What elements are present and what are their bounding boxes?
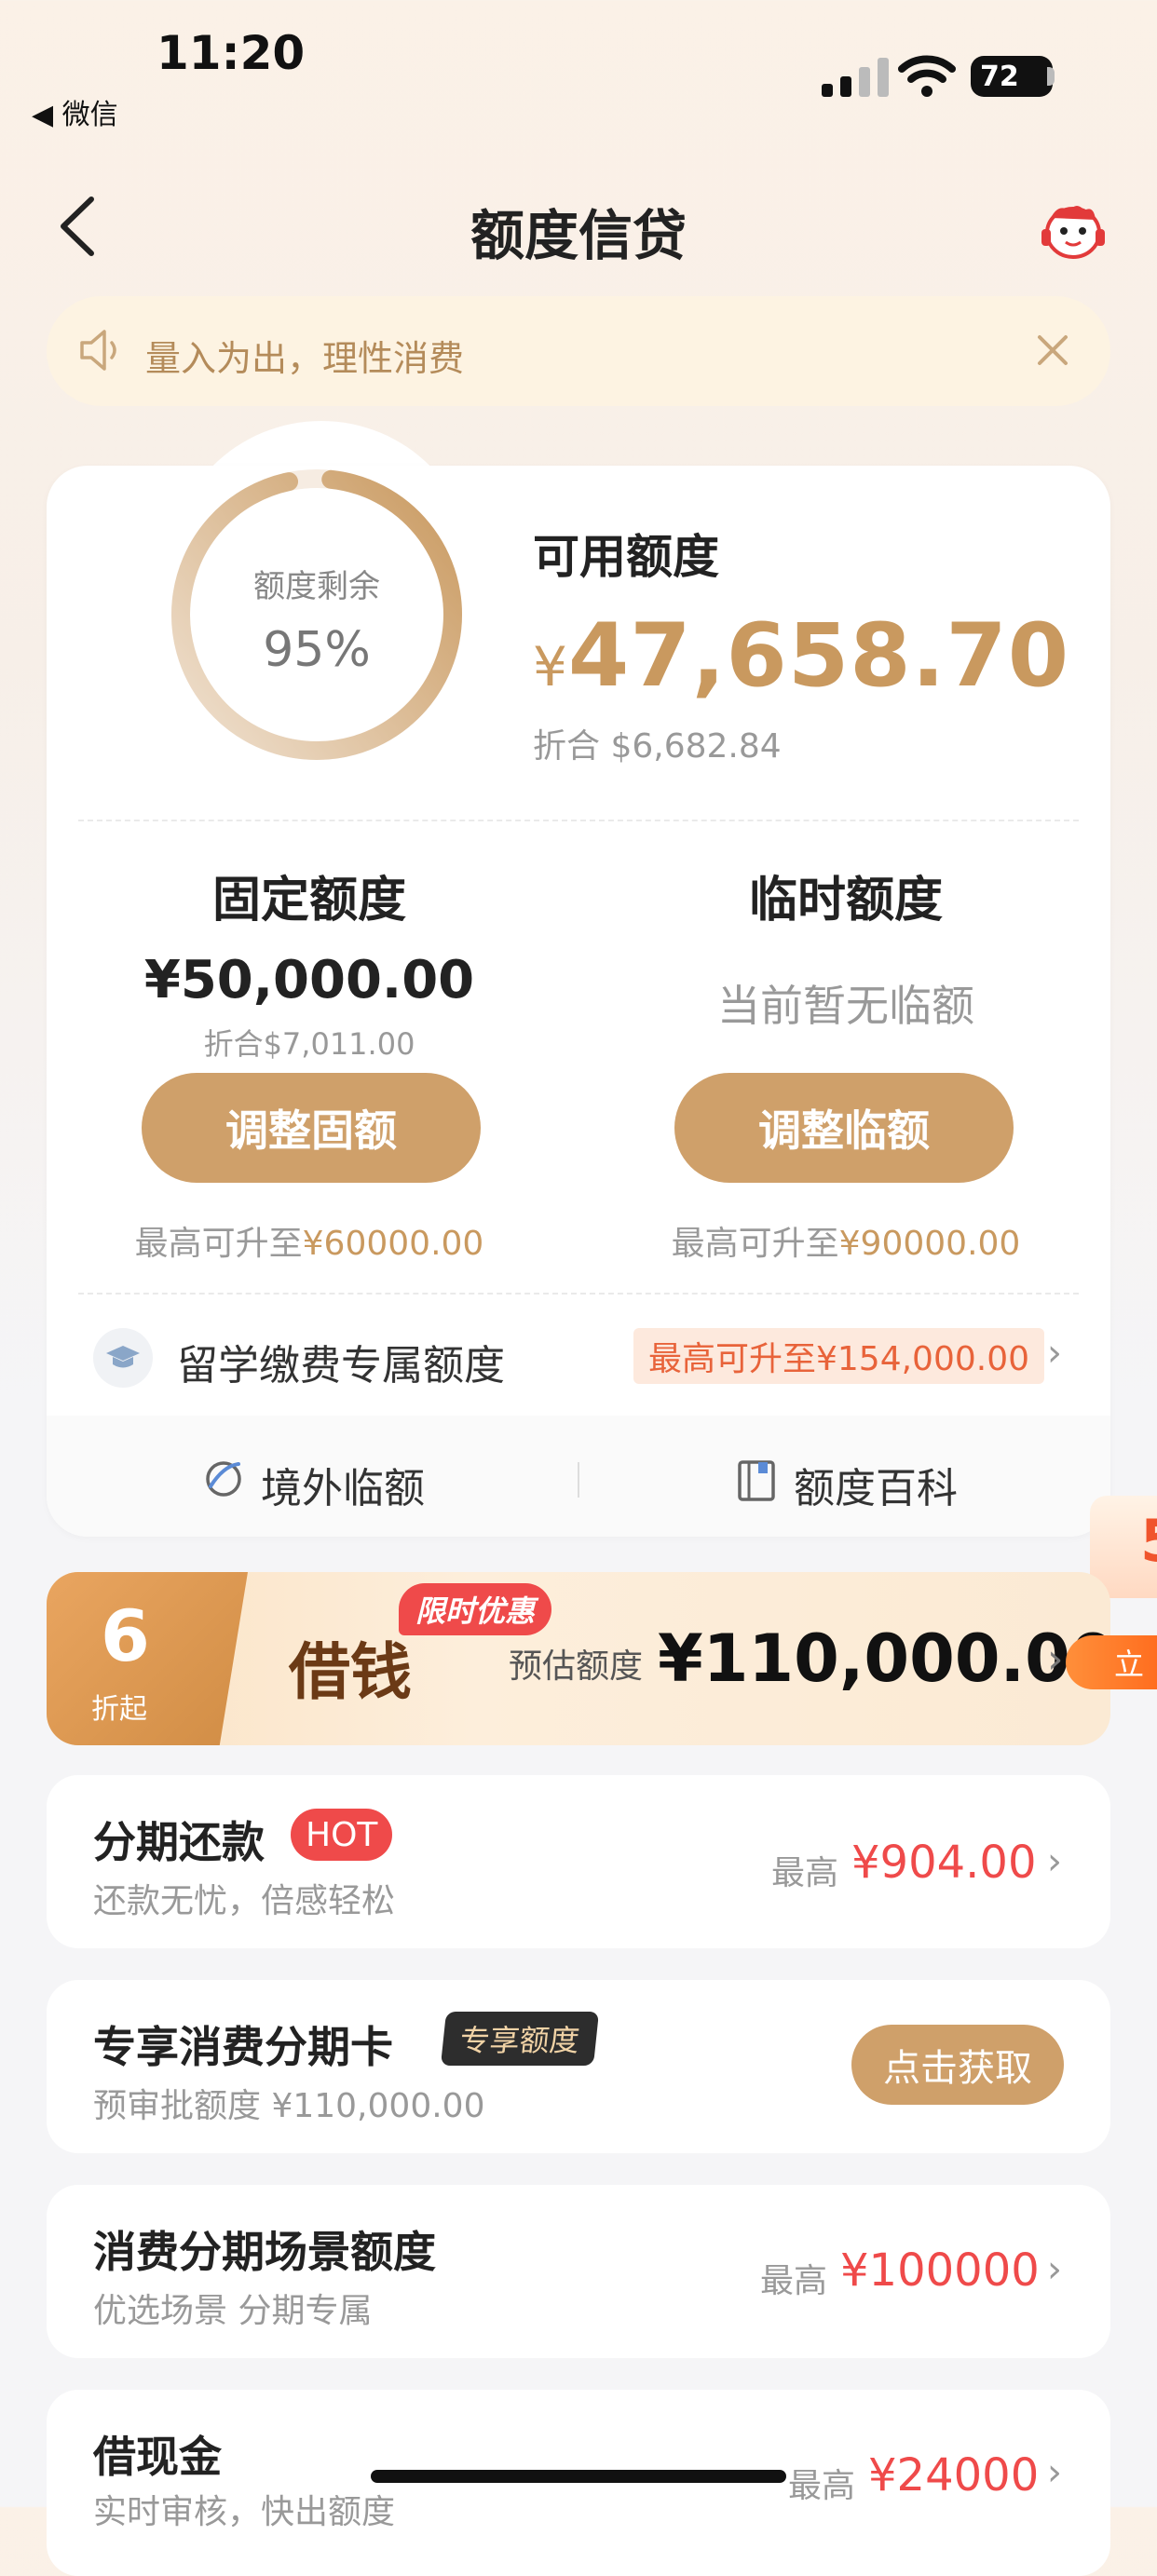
side-promo-button-label: 立 [1114,1647,1145,1682]
chevron-right-icon[interactable]: › [1047,2248,1062,2291]
card-title: 消费分期场景额度 [93,2227,436,2277]
max-label: 最高 [788,2467,856,2505]
max-value: ¥60000.00 [302,1225,484,1263]
borrow-money-title: 借钱 [289,1635,412,1708]
exclusive-quota-badge: 专享额度 [440,2012,600,2066]
overseas-temp-credit-link[interactable]: 境外临额 [261,1455,425,1514]
close-icon[interactable] [1034,332,1071,369]
max-value: ¥24000 [868,2449,1040,2501]
chevron-right-icon[interactable]: › [1047,1840,1062,1883]
card-subtitle: 预审批额度 ¥110,000.00 [93,2087,485,2125]
available-credit-amount: ¥47,658.70 [533,605,1069,707]
chevron-right-icon[interactable]: › [1047,2451,1062,2494]
adjust-fixed-button[interactable]: 调整固额 [142,1073,481,1183]
chevron-right-icon[interactable]: › [1047,1635,1064,1683]
card-subtitle: 还款无忧，倍感轻松 [93,1882,396,1920]
currency-symbol: ¥ [533,635,568,698]
chevron-right-icon[interactable]: › [1047,1332,1062,1375]
status-time: 11:20 [157,26,306,80]
max-prefix: 最高可升至 [671,1225,839,1263]
available-credit-label: 可用额度 [533,530,719,584]
notice-text: 量入为出，理性消费 [145,338,465,379]
home-indicator [371,2470,786,2483]
discount-suffix: 折起 [91,1693,147,1726]
limited-offer-badge: 限时优惠 [399,1583,552,1635]
ring-percent: 95% [263,622,371,678]
max-prefix: 最高可升至 [134,1225,303,1263]
battery-level: 72 [980,60,1019,93]
battery-icon: 72 [971,56,1053,97]
discount-number: 6 [101,1594,150,1677]
max-label: 最高 [771,1854,839,1892]
max-value: ¥100000 [840,2244,1040,2297]
back-to-wechat-link[interactable]: ◀ 微信 [32,91,118,132]
page-title: 额度信贷 [470,204,687,267]
temporary-credit-title: 临时额度 [748,873,943,929]
fixed-credit-amount: ¥50,000.00 [143,950,475,1010]
card-title: 分期还款 [93,1817,265,1867]
fixed-credit-title: 固定额度 [211,873,406,929]
customer-service-mascot-icon[interactable] [1036,197,1110,263]
available-amount-value: 47,658.70 [567,605,1070,707]
link-separator [578,1462,579,1498]
book-icon [738,1460,775,1501]
speaker-icon [80,330,116,371]
temporary-credit-status: 当前暂无临额 [717,981,974,1031]
wifi-icon [898,55,956,97]
fixed-max-note: 最高可升至¥60000.00 [48,1216,570,1265]
divider [78,820,1079,821]
card-subtitle: 优选场景 分期专属 [93,2292,373,2330]
graduation-cap-icon [93,1328,153,1388]
study-abroad-credit-label[interactable]: 留学缴费专属额度 [177,1332,505,1391]
side-promo-number: 5 [1140,1507,1157,1575]
estimate-label: 预估额度 [509,1647,644,1686]
card-title: 借现金 [93,2432,222,2482]
card-title: 专享消费分期卡 [93,2022,393,2072]
side-promo-button[interactable]: 立 [1066,1635,1157,1689]
overseas-icon [206,1461,241,1497]
hot-badge: HOT [291,1809,393,1861]
fixed-credit-usd: 折合$7,011.00 [203,1026,415,1062]
get-now-button[interactable]: 点击获取 [851,2025,1064,2105]
available-credit-usd: 折合 $6,682.84 [533,727,782,766]
adjust-temporary-button[interactable]: 调整临额 [674,1073,1014,1183]
study-abroad-badge: 最高可升至¥154,000.00 [633,1328,1045,1384]
max-label: 最高 [760,2262,828,2300]
battery-tip [1047,67,1055,86]
temporary-max-note: 最高可升至¥90000.00 [585,1216,1107,1265]
cellular-signal-icon [822,58,889,97]
remaining-credit-ring [171,469,462,760]
card-subtitle: 实时审核，快出额度 [93,2493,396,2531]
max-value: ¥904.00 [851,1837,1037,1889]
divider [78,1293,1079,1295]
ring-label: 额度剩余 [253,568,380,605]
max-value: ¥90000.00 [838,1225,1021,1263]
credit-wiki-link[interactable]: 额度百科 [794,1455,958,1514]
